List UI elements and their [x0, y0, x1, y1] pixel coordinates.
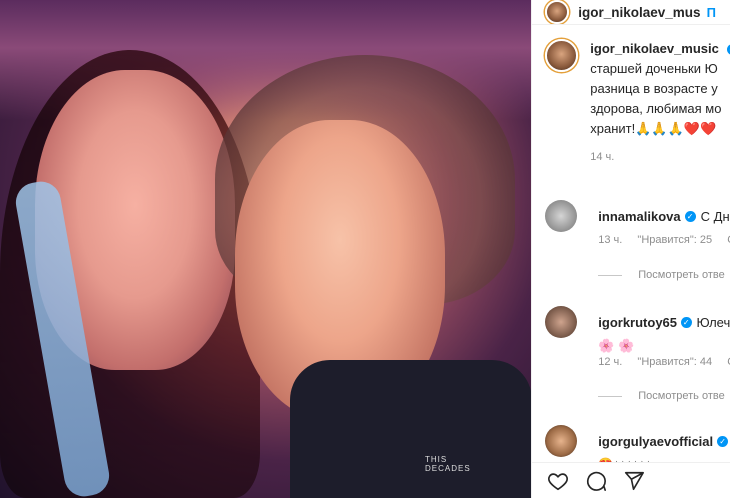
heart-icon[interactable] [547, 470, 569, 492]
comment-likes[interactable]: "Нравится": 44 [637, 356, 712, 368]
comment-username[interactable]: igorgulyaevofficial [598, 434, 713, 449]
caption-text: igor_nikolaev_music ✓ старшей доченьки Ю… [590, 39, 730, 175]
comment-username[interactable]: igorkrutoy65 [598, 315, 677, 330]
view-replies[interactable]: Посмотреть отве [545, 269, 730, 281]
photo-shirt [290, 360, 532, 498]
reply-divider [598, 395, 623, 397]
verified-icon: ✓ [681, 316, 692, 328]
caption-avatar[interactable] [545, 39, 579, 72]
view-replies[interactable]: Посмотреть отве [545, 390, 730, 402]
verified-icon: ✓ [684, 210, 696, 222]
reply-divider [598, 274, 623, 276]
post-sidebar: igor_nikolaev_mus П igor_nikolaev_music … [531, 0, 730, 498]
comment-icon[interactable] [585, 470, 607, 492]
view-replies-label[interactable]: Посмотреть отве [638, 269, 724, 281]
view-replies-label[interactable]: Посмотреть отве [638, 390, 724, 402]
instagram-post: THIS DECADES igor_nikolaev_mus П igor_ni… [0, 0, 730, 498]
caption-line: хранит!🙏🙏🙏❤️❤️ [590, 121, 717, 136]
caption-line: старшей доченьки Ю [590, 61, 718, 76]
comment-avatar[interactable] [545, 200, 578, 232]
post-header: igor_nikolaev_mus П [532, 0, 730, 25]
comment-item: igorkrutoy65 ✓ Юлеч 🌸 🌸 12 ч. "Нравится"… [545, 306, 730, 368]
comment-emoji: 🌸 🌸 [598, 338, 635, 353]
caption-time[interactable]: 14 ч. [590, 147, 730, 167]
comment-time[interactable]: 13 ч. [598, 234, 622, 246]
header-username[interactable]: igor_nikolaev_mus [578, 5, 700, 20]
comment-likes[interactable]: "Нравится": 25 [637, 234, 712, 246]
comment-text: Юлеч [696, 314, 730, 330]
avatar[interactable] [545, 0, 570, 24]
post-actions [532, 462, 730, 498]
comment-text: С Дн [700, 208, 730, 224]
share-icon[interactable] [623, 470, 645, 492]
comment-time[interactable]: 12 ч. [598, 356, 622, 368]
comment-avatar[interactable] [545, 306, 578, 338]
follow-button[interactable]: П [707, 5, 716, 20]
post-photo[interactable]: THIS DECADES [0, 0, 532, 498]
post-caption: igor_nikolaev_music ✓ старшей доченьки Ю… [532, 25, 730, 175]
comment-meta: 12 ч. "Нравится": 44 С [598, 356, 730, 368]
comment-username[interactable]: innamalikova [598, 209, 680, 224]
photo-shirt-text: THIS DECADES [425, 455, 471, 473]
caption-line: разница в возрасте у [590, 81, 718, 96]
verified-icon: ✓ [726, 44, 730, 56]
caption-username[interactable]: igor_nikolaev_music [590, 41, 719, 56]
verified-icon: ✓ [717, 435, 729, 447]
comment-meta: 13 ч. "Нравится": 25 С [598, 234, 730, 246]
caption-line: здорова, любимая мо [590, 101, 722, 116]
comment-item: innamalikova ✓ С Дн 13 ч. "Нравится": 25… [545, 200, 730, 246]
comment-avatar[interactable] [545, 425, 578, 457]
